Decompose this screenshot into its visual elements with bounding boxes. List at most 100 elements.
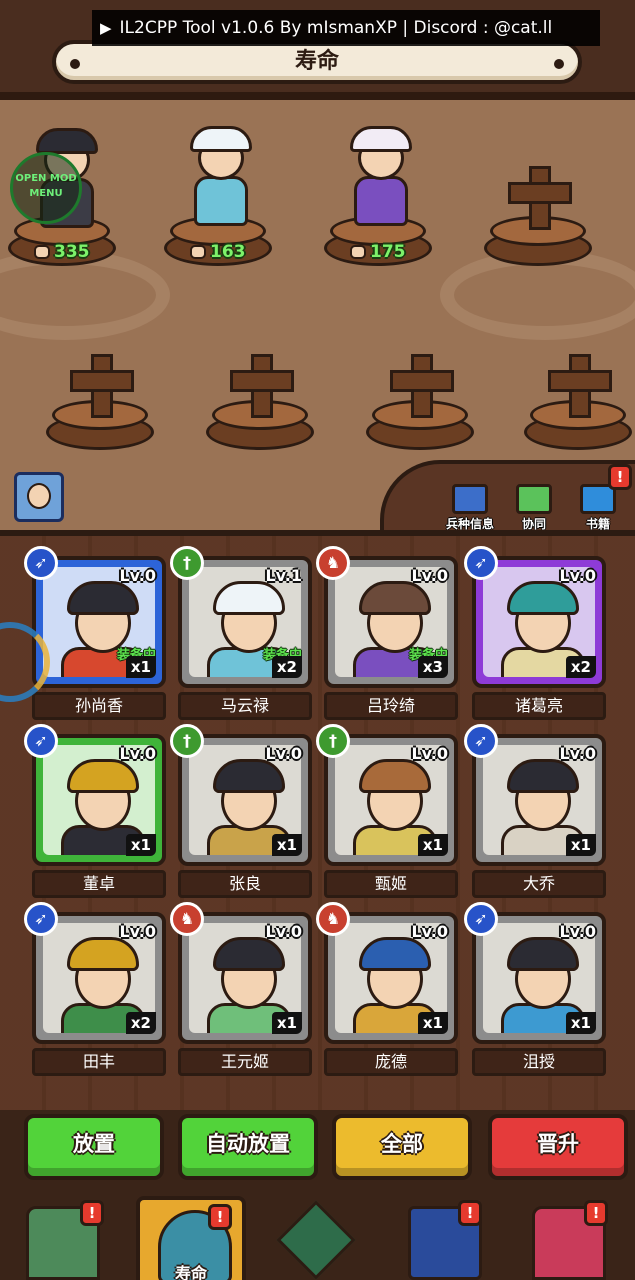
- hero-level: Lv.0: [411, 922, 448, 941]
- hero-card[interactable]: Lv.0 x1 ♞ 王元姬: [170, 902, 312, 1076]
- hero-count: x1: [565, 834, 596, 856]
- hero-power: 163: [190, 240, 246, 264]
- hero-level: Lv.0: [559, 566, 596, 585]
- hero-portrait-hair: [507, 937, 579, 971]
- action-bar: 放置 自动放置 全部 晋升: [0, 1110, 635, 1190]
- hero-level: Lv.1: [265, 566, 302, 585]
- hero-count: x1: [125, 834, 156, 856]
- hero-count: x1: [125, 656, 156, 678]
- rivet-icon: [554, 59, 564, 69]
- hero-count: x1: [417, 1012, 448, 1034]
- empty-slot-cross-icon: [548, 354, 612, 418]
- archer-class-icon: ➶: [24, 902, 58, 936]
- hero-power-value: 335: [54, 242, 90, 262]
- alert-badge: !: [608, 464, 632, 490]
- mod-banner-text: IL2CPP Tool v1.0.6 By mIsmanXP | Discord…: [119, 18, 553, 38]
- title-plaque: 寿命: [52, 40, 582, 84]
- open-mod-menu-button[interactable]: OPEN MOD MENU: [10, 152, 82, 224]
- hero-level: Lv.0: [411, 566, 448, 585]
- hero-card[interactable]: Lv.0 x1 ➶ 沮授: [464, 902, 606, 1076]
- hero-figure[interactable]: [340, 122, 422, 232]
- infantry-class-icon: †: [316, 724, 350, 758]
- alert-badge: !: [458, 1200, 482, 1226]
- mod-tool-banner[interactable]: ▶ IL2CPP Tool v1.0.6 By mIsmanXP | Discor…: [92, 10, 600, 46]
- cavalry-class-icon: ♞: [170, 902, 204, 936]
- cavalry-class-icon: ♞: [316, 546, 350, 580]
- hero-name: 诸葛亮: [472, 692, 606, 720]
- bottom-nav: ! ! 寿命 ! !: [0, 1190, 635, 1280]
- unit-info-button[interactable]: 兵种信息: [440, 484, 500, 532]
- books-button[interactable]: 书籍: [568, 484, 628, 532]
- hero-card[interactable]: Lv.1装备中x2†马云禄: [170, 546, 312, 720]
- nav-castle[interactable]: !: [8, 1196, 118, 1280]
- hero-count: x2: [125, 1012, 156, 1034]
- hero-card[interactable]: Lv.0 x1 † 甄姬: [316, 724, 458, 898]
- hero-card[interactable]: Lv.0装备中x1➶孙尚香: [24, 546, 166, 720]
- fist-icon: [190, 245, 206, 259]
- hero-level: Lv.0: [119, 566, 156, 585]
- archer-class-icon: ➶: [24, 724, 58, 758]
- leader-avatar[interactable]: [14, 472, 64, 522]
- nav-spellbook[interactable]: !: [390, 1196, 500, 1280]
- hero-count: x1: [417, 834, 448, 856]
- play-icon: ▶: [100, 19, 112, 37]
- hero-card[interactable]: Lv.0 x1 † 张良: [170, 724, 312, 898]
- alert-badge: !: [208, 1204, 232, 1230]
- cavalry-class-icon: ♞: [316, 902, 350, 936]
- page-title: 寿命: [294, 49, 339, 74]
- synergy-book-icon: [516, 484, 552, 514]
- hero-portrait-hair: [213, 581, 285, 615]
- hero-name: 马云禄: [178, 692, 312, 720]
- hero-name: 吕玲绮: [324, 692, 458, 720]
- hero-card[interactable]: Lv.0 x1 ➶ 董卓: [24, 724, 166, 898]
- promote-button[interactable]: 晋升: [488, 1114, 628, 1180]
- nav-heroes[interactable]: ! 寿命: [136, 1196, 246, 1280]
- nav-shop[interactable]: !: [514, 1196, 624, 1280]
- hero-portrait-hair: [213, 937, 285, 971]
- hero-card[interactable]: Lv.0 x2 ➶ 田丰: [24, 902, 166, 1076]
- nav-label: 寿命: [174, 1264, 207, 1280]
- hero-portrait-hair: [213, 759, 285, 793]
- synergy-button[interactable]: 协同: [504, 484, 564, 532]
- hero-level: Lv.0: [265, 744, 302, 763]
- hero-card[interactable]: Lv.0装备中x3♞吕玲绮: [316, 546, 458, 720]
- side-tools: 兵种信息 协同 书籍 !: [380, 460, 635, 532]
- hero-power-value: 175: [370, 242, 406, 262]
- empty-slot-cross-icon: [390, 354, 454, 418]
- hero-count: x3: [417, 656, 448, 678]
- empty-slot-cross-icon: [70, 354, 134, 418]
- auto-place-button[interactable]: 自动放置: [178, 1114, 318, 1180]
- hero-level: Lv.0: [265, 922, 302, 941]
- hero-card[interactable]: Lv.0 x1 ♞ 庞德: [316, 902, 458, 1076]
- hero-name: 沮授: [472, 1048, 606, 1076]
- hero-count: x1: [271, 834, 302, 856]
- hero-figure[interactable]: [180, 122, 262, 232]
- archer-class-icon: ➶: [464, 724, 498, 758]
- hero-level: Lv.0: [559, 744, 596, 763]
- hero-card[interactable]: Lv.0 x2 ➶ 诸葛亮: [464, 546, 606, 720]
- empty-slot-cross-icon: [508, 166, 572, 230]
- hero-name: 张良: [178, 870, 312, 898]
- hero-name: 孙尚香: [32, 692, 166, 720]
- hero-name: 庞德: [324, 1048, 458, 1076]
- nav-battle[interactable]: [262, 1196, 372, 1280]
- hero-portrait-hair: [67, 581, 139, 615]
- hero-portrait-hair: [359, 581, 431, 615]
- infantry-class-icon: †: [170, 546, 204, 580]
- hero-portrait-hair: [507, 759, 579, 793]
- all-button[interactable]: 全部: [332, 1114, 472, 1180]
- hero-level: Lv.0: [119, 922, 156, 941]
- archer-class-icon: ➶: [464, 546, 498, 580]
- archer-class-icon: ➶: [464, 902, 498, 936]
- empty-slot-cross-icon: [230, 354, 294, 418]
- hero-level: Lv.0: [559, 922, 596, 941]
- hero-count: x2: [271, 656, 302, 678]
- hero-name: 田丰: [32, 1048, 166, 1076]
- hero-count: x1: [271, 1012, 302, 1034]
- hero-name: 董卓: [32, 870, 166, 898]
- alert-badge: !: [584, 1200, 608, 1226]
- hero-name: 大乔: [472, 870, 606, 898]
- hero-card[interactable]: Lv.0 x1 ➶ 大乔: [464, 724, 606, 898]
- hero-power: 175: [350, 240, 406, 264]
- place-button[interactable]: 放置: [24, 1114, 164, 1180]
